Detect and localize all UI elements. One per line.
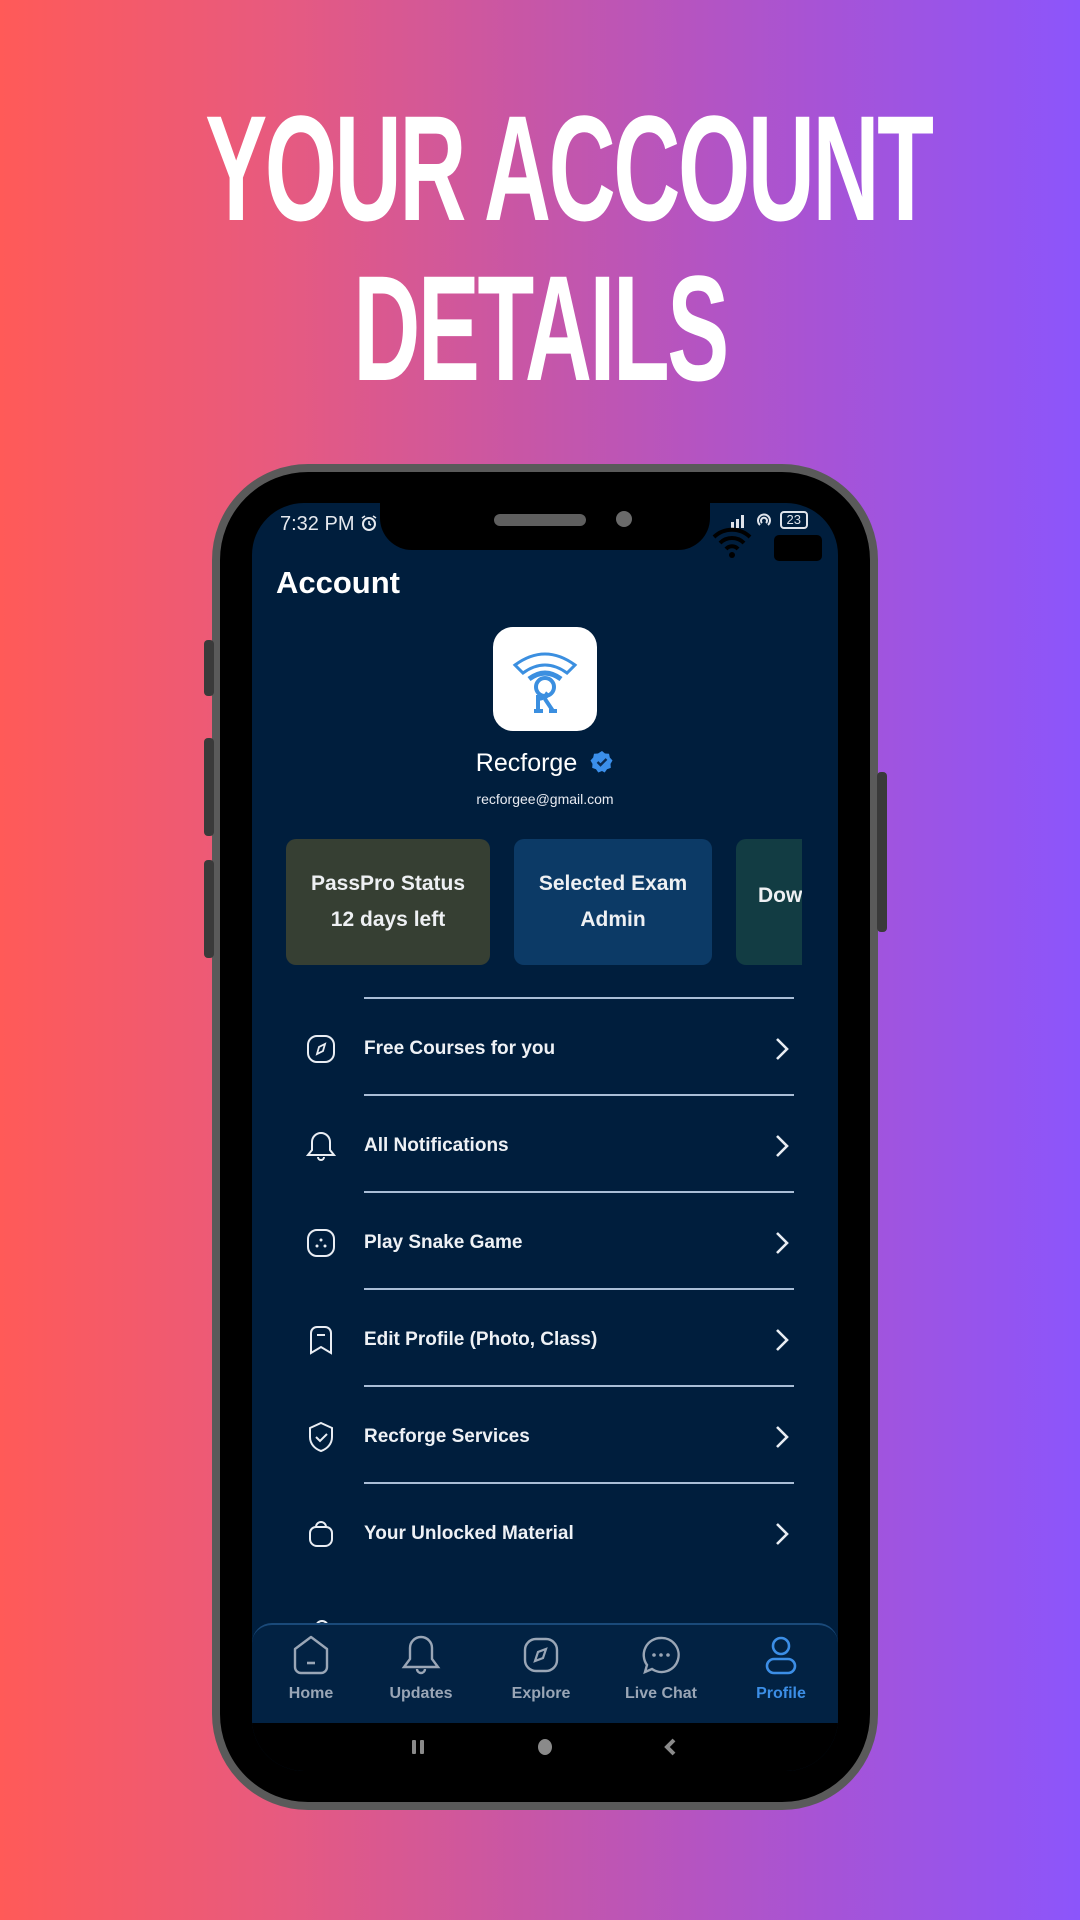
- speaker-grille: [494, 514, 586, 526]
- home-icon: [293, 1635, 329, 1675]
- selected-exam-card[interactable]: Selected Exam Admin: [514, 839, 712, 965]
- divider: [364, 1482, 794, 1484]
- nav-profile[interactable]: Profile: [726, 1633, 836, 1703]
- app-logo: [493, 627, 597, 731]
- headline-line-2: DETAILS: [353, 244, 729, 412]
- phone-screen: 7:32 PM 23 Account Recforge recforgee@gm…: [252, 503, 838, 1771]
- card-title: Dow: [758, 884, 802, 907]
- divider: [364, 1385, 794, 1387]
- compass-icon: [523, 1637, 559, 1673]
- recents-button[interactable]: [410, 1737, 428, 1757]
- chat-icon: [642, 1636, 680, 1675]
- volume-down-button: [204, 860, 214, 958]
- system-navigation-bar: [252, 1723, 838, 1771]
- nav-live-chat[interactable]: Live Chat: [606, 1633, 716, 1703]
- front-camera: [616, 511, 632, 527]
- battery-overlay: [774, 535, 822, 561]
- side-button: [204, 640, 214, 696]
- bookmark-icon: [310, 1326, 332, 1355]
- user-icon: [765, 1636, 797, 1675]
- profile-email: recforgee@gmail.com: [476, 791, 614, 807]
- card-value: 12 days left: [330, 908, 446, 931]
- card-value: Admin: [580, 908, 646, 931]
- card-title: Selected Exam: [538, 872, 688, 895]
- phone-notch: [380, 500, 710, 550]
- power-button: [877, 772, 887, 932]
- downloads-card[interactable]: Dow: [736, 839, 802, 965]
- bottom-navigation: Home Updates Explore Live Chat Profile: [252, 1623, 838, 1723]
- stat-cards-carousel[interactable]: PassPro Status 12 days left Selected Exa…: [286, 839, 802, 967]
- hotspot-icon: [756, 513, 771, 526]
- divider: [364, 1288, 794, 1290]
- menu-item-unlocked-material[interactable]: Your Unlocked Material: [252, 1486, 838, 1582]
- menu-item-notifications[interactable]: All Notifications: [252, 1098, 838, 1194]
- chevron-right-icon: [776, 1232, 789, 1254]
- profile-name: Recforge: [252, 749, 838, 778]
- menu-item-snake-game[interactable]: Play Snake Game: [252, 1195, 838, 1291]
- chevron-right-icon: [776, 1038, 789, 1060]
- status-time: 7:32 PM: [280, 513, 378, 536]
- back-button[interactable]: [662, 1737, 680, 1757]
- page-title: Account: [276, 565, 400, 600]
- divider: [364, 1191, 794, 1193]
- bell-icon: [305, 1131, 337, 1161]
- card-title: PassPro Status: [310, 872, 466, 895]
- chevron-right-icon: [776, 1426, 789, 1448]
- chevron-right-icon: [776, 1329, 789, 1351]
- menu-item-edit-profile[interactable]: Edit Profile (Photo, Class): [252, 1292, 838, 1388]
- wifi-icon: [712, 527, 752, 558]
- promo-headline: YOUR ACCOUNT DETAILS: [205, 84, 934, 412]
- nav-home[interactable]: Home: [256, 1633, 366, 1703]
- chevron-right-icon: [776, 1135, 789, 1157]
- headline-line-1: YOUR ACCOUNT: [205, 84, 934, 252]
- home-button[interactable]: [536, 1737, 554, 1757]
- bag-icon: [309, 1521, 333, 1547]
- menu-item-free-courses[interactable]: Free Courses for you: [252, 1001, 838, 1097]
- volume-up-button: [204, 738, 214, 836]
- compass-icon: [307, 1035, 335, 1063]
- game-icon: [307, 1229, 335, 1257]
- nav-updates[interactable]: Updates: [366, 1633, 476, 1703]
- nav-explore[interactable]: Explore: [486, 1633, 596, 1703]
- passpro-status-card[interactable]: PassPro Status 12 days left: [286, 839, 490, 965]
- chevron-right-icon: [776, 1523, 789, 1545]
- divider: [364, 997, 794, 999]
- recforge-logo-icon: [512, 652, 578, 713]
- battery-icon: 23: [779, 511, 808, 529]
- alarm-icon: [361, 515, 377, 531]
- verified-badge-icon: [590, 751, 613, 773]
- divider: [364, 1094, 794, 1096]
- bell-icon: [401, 1635, 441, 1675]
- shield-check-icon: [309, 1421, 333, 1453]
- menu-item-services[interactable]: Recforge Services: [252, 1389, 838, 1485]
